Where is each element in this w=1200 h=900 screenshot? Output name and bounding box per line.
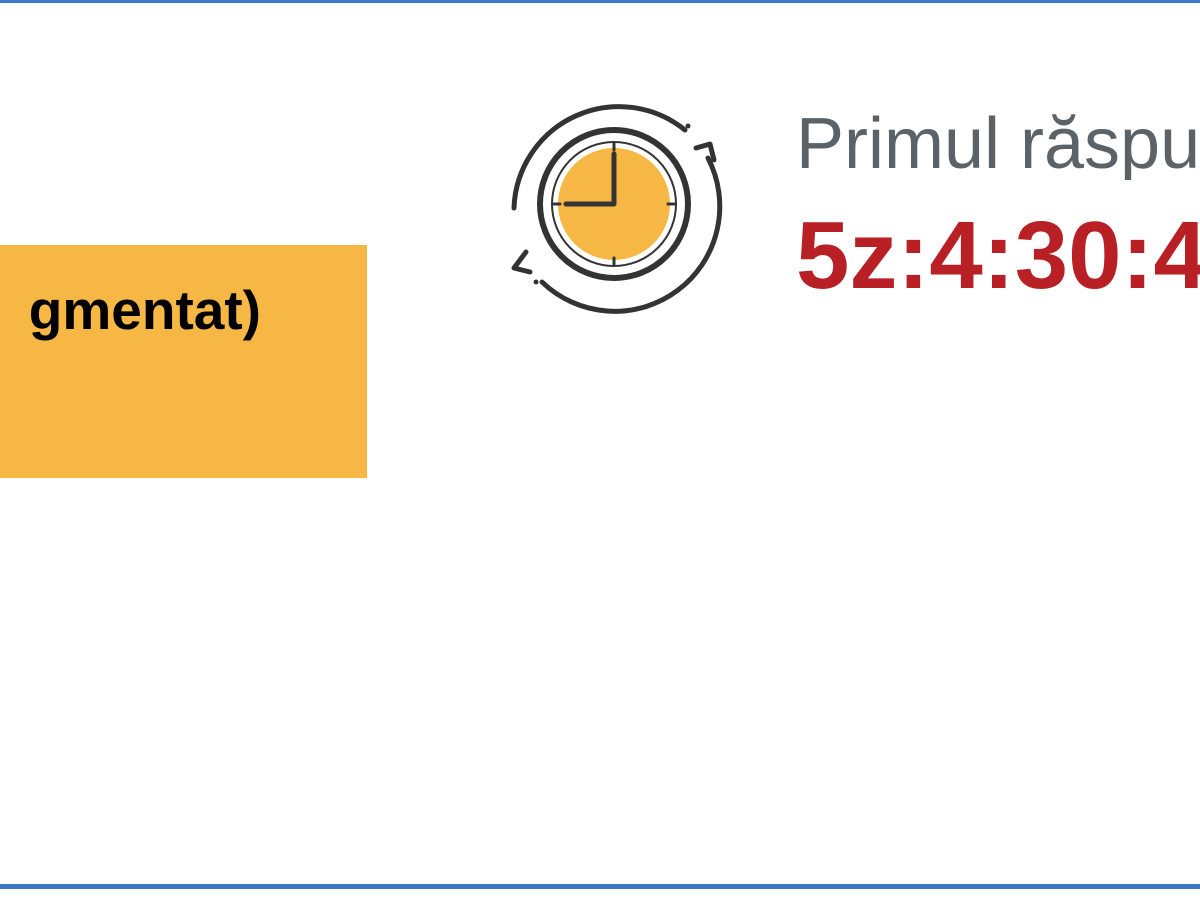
status-badge: gmentat): [0, 245, 367, 478]
panel-bottom-border: [0, 884, 1200, 889]
clock-refresh-icon: [500, 92, 728, 320]
response-time-panel: gmentat) Primul răspu 5z:4:30:4: [0, 0, 1200, 900]
panel-top-border: [0, 0, 1200, 3]
first-response-time-value: 5z:4:30:4: [796, 208, 1200, 304]
first-response-label: Primul răspu: [796, 108, 1200, 180]
status-badge-text: gmentat): [28, 279, 261, 341]
